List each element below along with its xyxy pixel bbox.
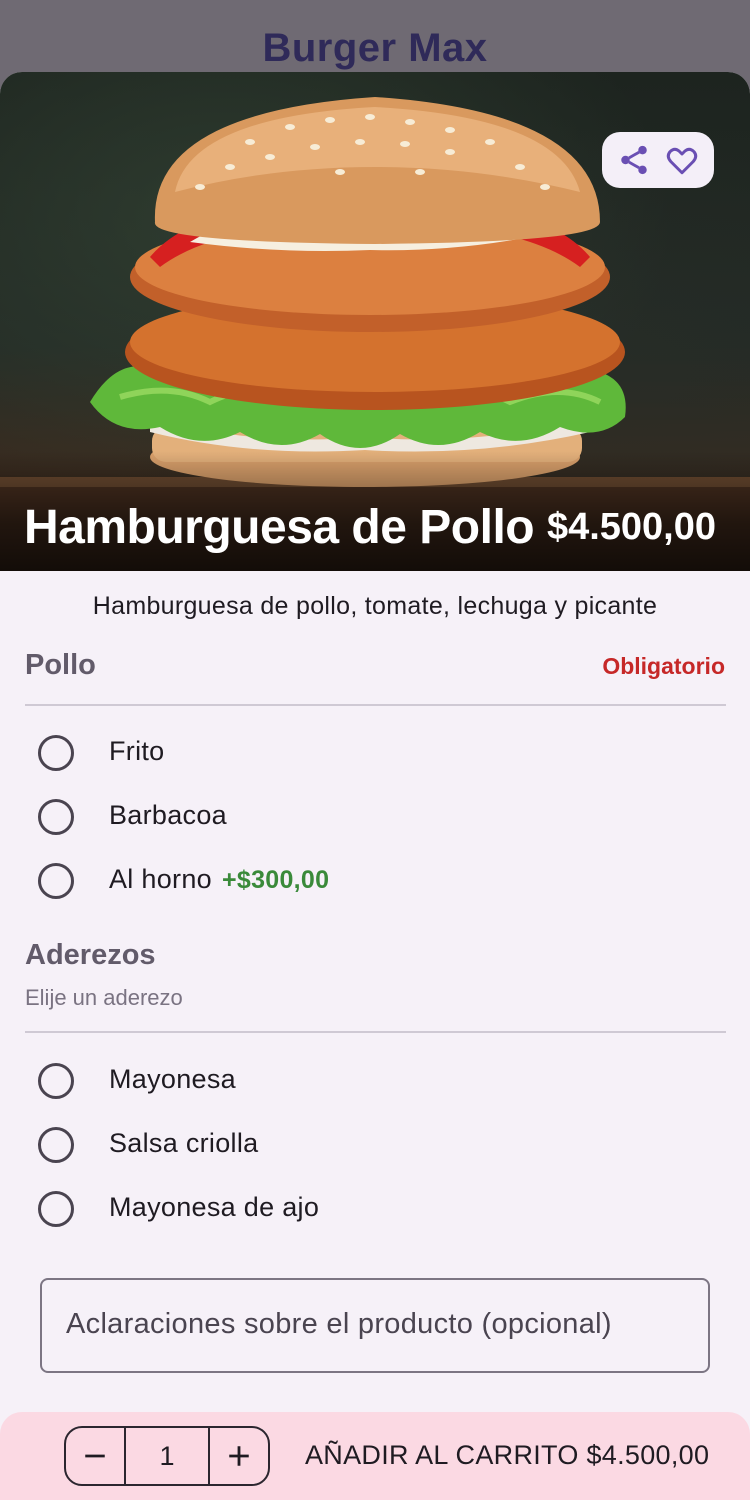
product-name: Hamburguesa de Pollo [24,501,535,554]
option-label: Barbacoa [109,800,227,830]
product-image: Hamburguesa de Pollo $4.500,00 [0,72,750,571]
minus-icon [85,1454,105,1458]
cart-bar: 1 AÑADIR AL CARRITO $4.500,00 [0,1412,750,1500]
decrement-button[interactable] [66,1428,124,1484]
radio-button[interactable] [38,735,74,771]
product-detail-page: Burger Max Hamburguesa de Pollo $4.500,0… [0,0,750,1500]
heart-outline-icon [666,147,698,175]
radio-button[interactable] [38,1191,74,1227]
option-frito[interactable]: Frito [0,724,750,784]
increment-button[interactable] [210,1428,268,1484]
option-label: Salsa criolla [109,1128,259,1158]
group-subtitle: Elije un aderezo [25,985,183,1010]
quantity-stepper: 1 [64,1426,270,1486]
notes-field[interactable]: Aclaraciones sobre el producto (opcional… [40,1278,710,1373]
option-extra-price: +$300,00 [221,866,330,894]
option-label: Mayonesa de ajo [109,1192,320,1222]
radio-button[interactable] [38,1127,74,1163]
required-badge: Obligatorio [602,653,725,679]
hero-actions [602,132,714,188]
option-al-horno[interactable]: Al horno +$300,00 [0,852,750,912]
option-label-wrap: Al horno +$300,00 [109,864,329,895]
share-button[interactable] [614,140,654,180]
notes-placeholder: Aclaraciones sobre el producto (opcional… [66,1308,612,1340]
plus-icon [229,1446,249,1466]
radio-button[interactable] [38,863,74,899]
option-label: Frito [109,736,165,766]
favorite-button[interactable] [662,140,702,180]
product-sheet: Hamburguesa de Pollo $4.500,00 Hamburgue… [0,72,750,1500]
radio-button[interactable] [38,1063,74,1099]
share-icon [621,145,647,175]
option-mayonesa[interactable]: Mayonesa [0,1052,750,1112]
divider [25,704,726,706]
app-title: Burger Max [262,26,488,70]
product-price: $4.500,00 [546,506,716,548]
group-title-aderezos: Aderezos [25,939,156,971]
option-mayonesa-de-ajo[interactable]: Mayonesa de ajo [0,1180,750,1240]
divider [25,1031,726,1033]
product-description: Hamburguesa de pollo, tomate, lechuga y … [92,592,658,620]
group-title-pollo: Pollo [25,649,96,681]
option-salsa-criolla[interactable]: Salsa criolla [0,1116,750,1176]
quantity-value: 1 [124,1428,210,1484]
option-label: Al horno [109,864,212,894]
option-barbacoa[interactable]: Barbacoa [0,788,750,848]
add-to-cart-button[interactable]: AÑADIR AL CARRITO $4.500,00 [305,1440,709,1471]
radio-button[interactable] [38,799,74,835]
option-label: Mayonesa [109,1064,236,1094]
